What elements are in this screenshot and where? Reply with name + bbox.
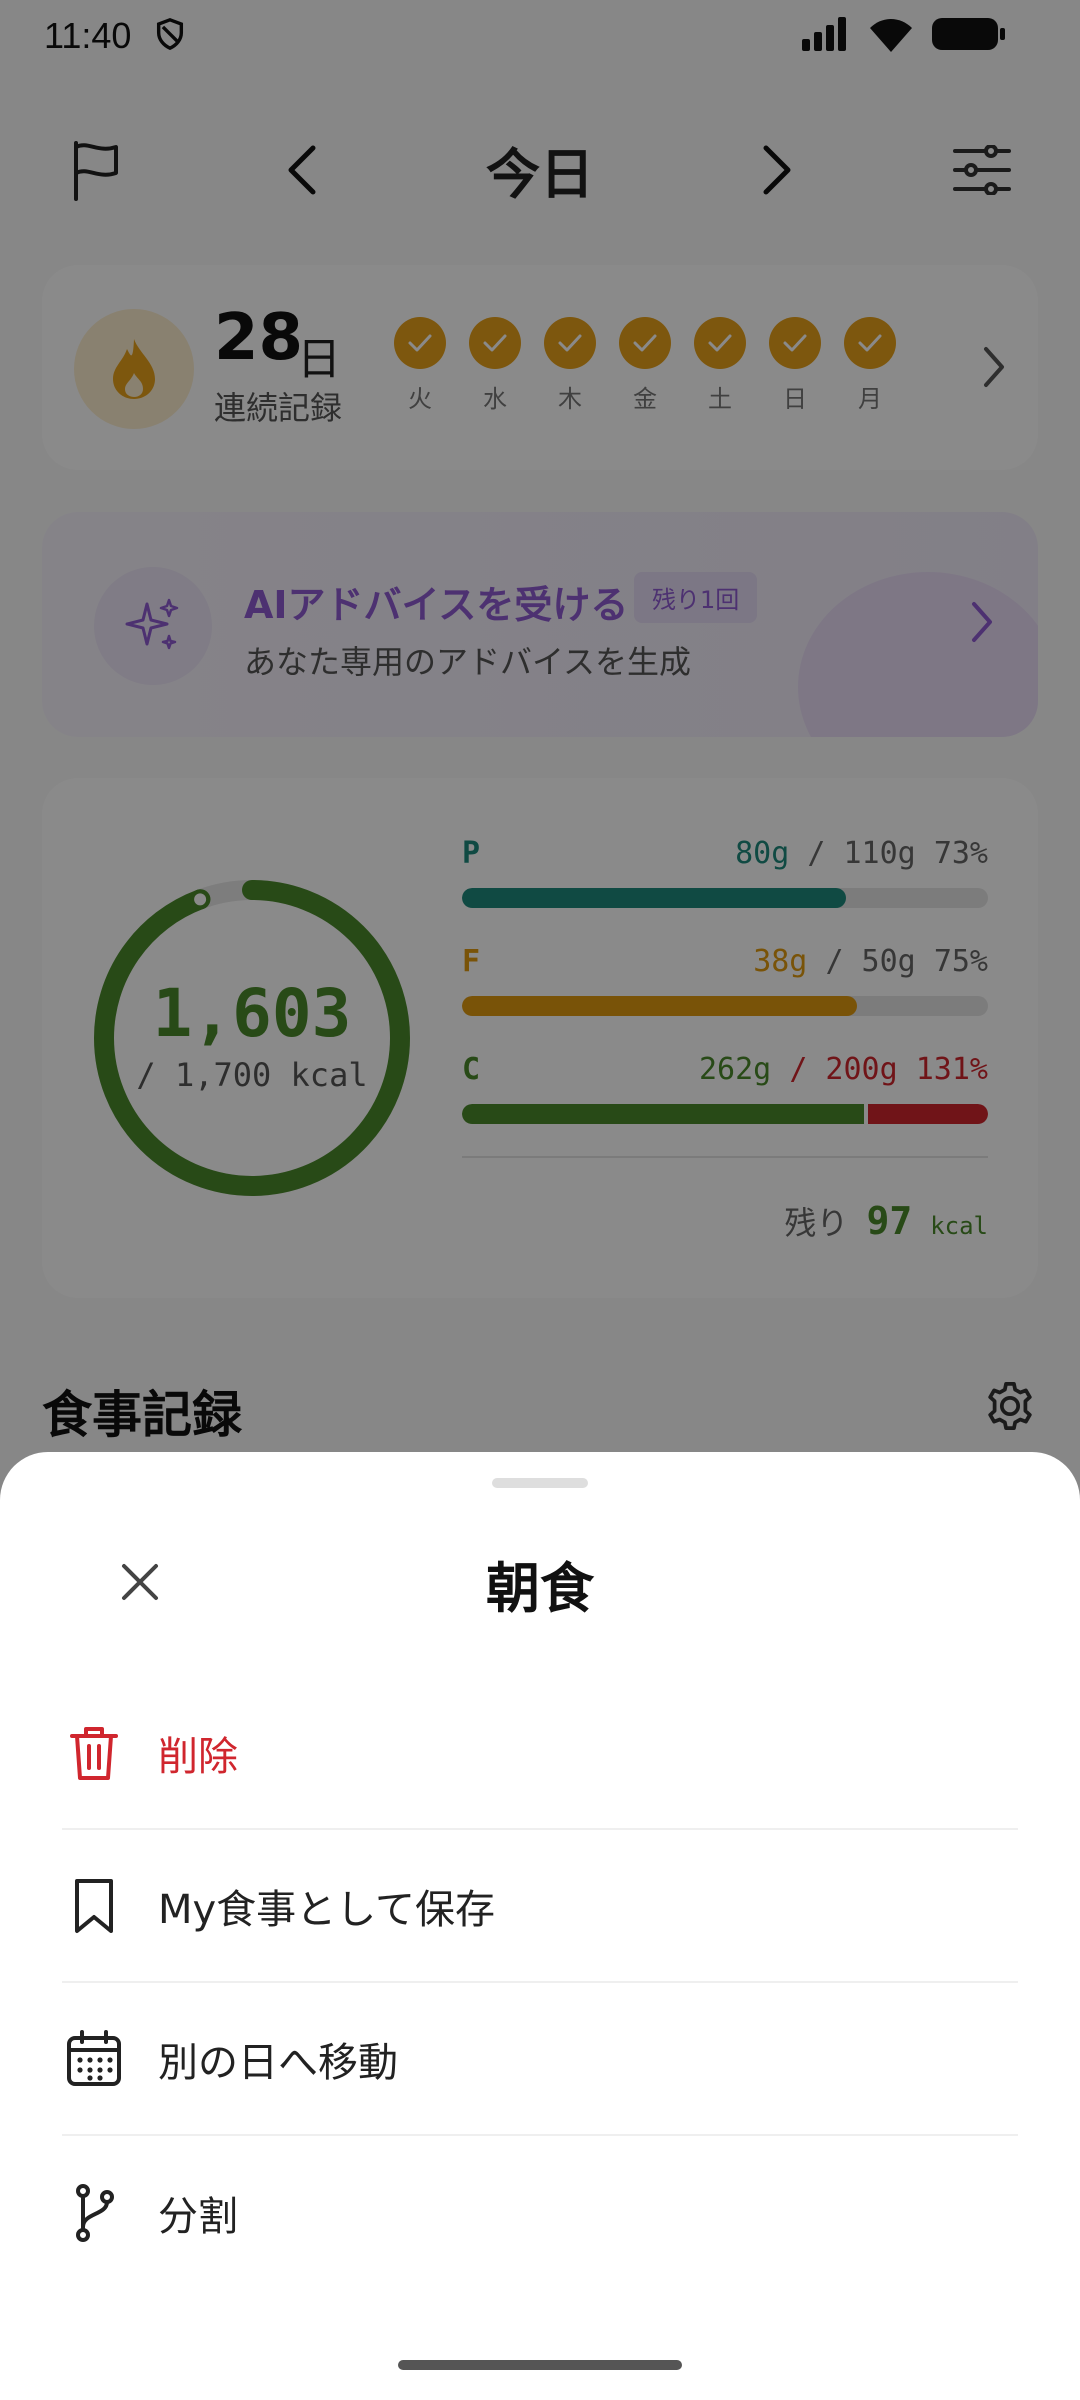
menu-label: 分割 bbox=[158, 2193, 238, 2240]
bookmark-icon bbox=[62, 1874, 126, 1938]
save-as-my-meal-button[interactable]: My食事として保存 bbox=[62, 1830, 1018, 1983]
menu-label: My食事として保存 bbox=[158, 1886, 495, 1933]
move-to-another-day-button[interactable]: 別の日へ移動 bbox=[62, 1983, 1018, 2136]
action-menu: 削除 My食事として保存 別の日へ移動 分割 bbox=[62, 1677, 1018, 2289]
sheet-title: 朝食 bbox=[486, 1557, 594, 1620]
menu-label: 削除 bbox=[158, 1733, 238, 1780]
delete-button[interactable]: 削除 bbox=[62, 1677, 1018, 1830]
drag-handle[interactable] bbox=[492, 1478, 588, 1488]
calendar-icon bbox=[62, 2027, 126, 2091]
split-button[interactable]: 分割 bbox=[62, 2136, 1018, 2289]
menu-label: 別の日へ移動 bbox=[158, 2039, 398, 2086]
trash-icon bbox=[62, 1721, 126, 1785]
action-sheet: 朝食 削除 My食事として保存 別の日へ移動 分割 bbox=[0, 1452, 1080, 2400]
home-indicator[interactable] bbox=[398, 2360, 682, 2370]
split-branch-icon bbox=[62, 2181, 126, 2245]
